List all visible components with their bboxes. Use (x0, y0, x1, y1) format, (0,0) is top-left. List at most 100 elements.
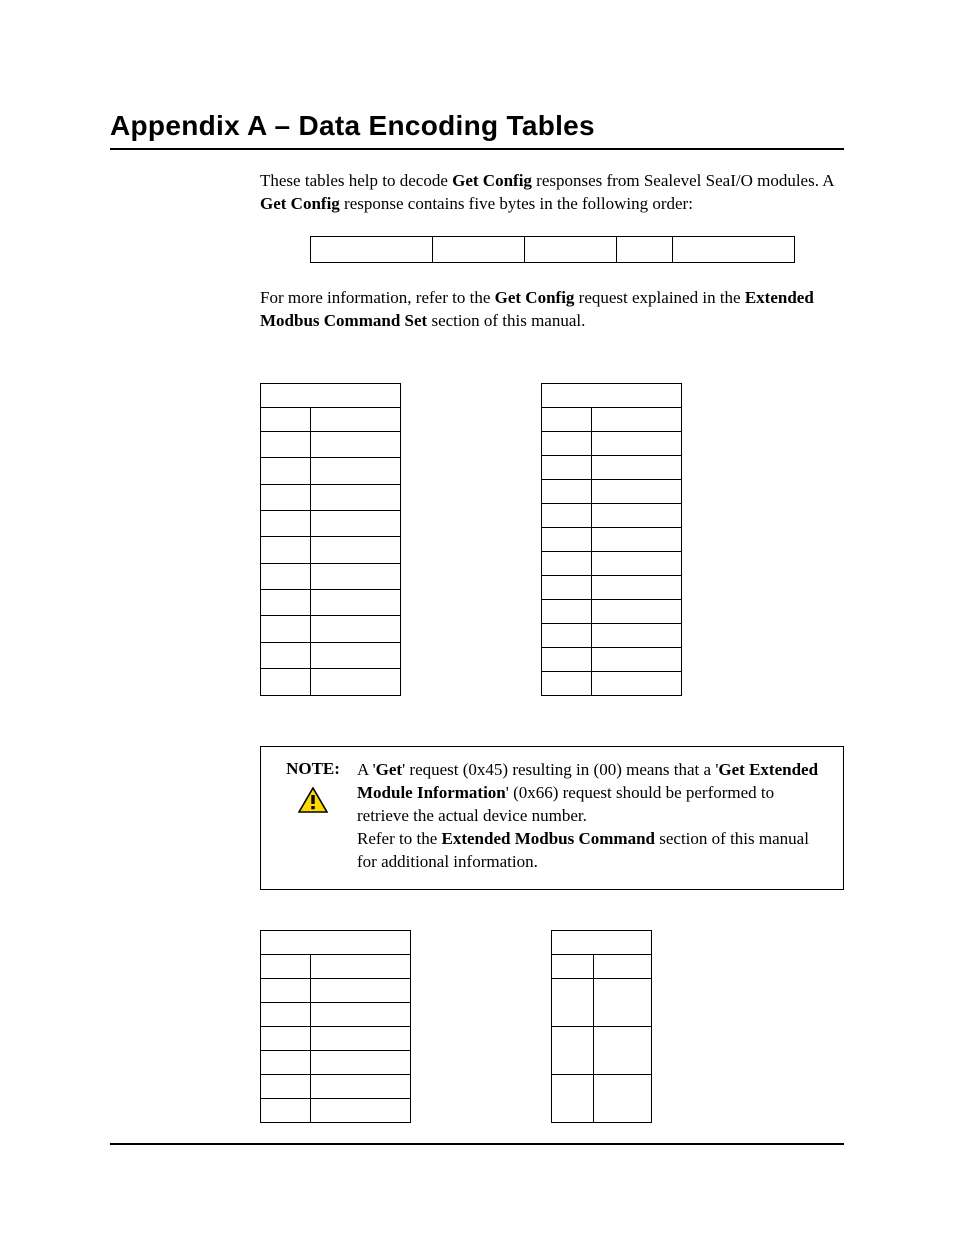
text-bold: Get Config (260, 194, 340, 213)
cell-hex: 00 (261, 431, 311, 457)
baud-parity-row: Baud Rate Hex Baud Rate 001200 012400 02… (260, 930, 844, 1123)
cell-parity: Odd (594, 1027, 652, 1075)
table-row: Model Baud Rate Parity Stop Bits (310, 236, 794, 262)
cell-device: Custom (592, 599, 682, 623)
col-header-device: Device (592, 407, 682, 431)
text-bold: Extended Modbus Command (442, 829, 656, 848)
cell-device: 450 (311, 563, 401, 589)
col-header-hex: Hex (542, 407, 592, 431)
table-row: 0ARIO (542, 431, 682, 455)
cell-hex: 02 (552, 1075, 594, 1123)
text: section of this manual. (427, 311, 585, 330)
footer-rule (110, 1143, 844, 1145)
cell-hex: 04 (261, 1075, 311, 1099)
table-row: 024800 (261, 1027, 411, 1051)
cell-hex: 03 (261, 510, 311, 536)
table-row: 09530 (261, 669, 401, 695)
table-row: 07463 (261, 616, 401, 642)
text: These tables help to decode (260, 171, 452, 190)
col-header-hex: Hex (261, 955, 311, 979)
warning-icon (298, 787, 328, 813)
text: response contains five bytes in the foll… (340, 194, 693, 213)
cell-hex: 05 (261, 563, 311, 589)
table-row: 012400 (261, 1003, 411, 1027)
table-title: Model Number (261, 383, 401, 407)
cell-hex: 0F (542, 551, 592, 575)
cell-device: RIO (592, 431, 682, 455)
table-row: 0519200 (261, 1099, 411, 1123)
cell-hex: 06 (261, 590, 311, 616)
note-block: NOTE: A 'Get' request (0x45) resulting i… (260, 746, 844, 891)
cell-hex: 01 (261, 458, 311, 484)
cell-device: 530 (311, 669, 401, 695)
cell-hex: 01 (552, 1027, 594, 1075)
cell-hex: 03 (261, 1051, 311, 1075)
cell-hex: 13 (542, 647, 592, 671)
cell-hex: 09 (261, 669, 311, 695)
table-row: 13MB AIO (542, 647, 682, 671)
cell-parity: Even (594, 1075, 652, 1123)
cell-hex: 0E (542, 527, 592, 551)
cell-device: 463 (311, 616, 401, 642)
table-row: 0B520 (542, 455, 682, 479)
table-row: 08470 (261, 642, 401, 668)
cell-hex: 04 (261, 537, 311, 563)
byte-cell: Model (310, 236, 432, 262)
cell-hex: 11 (542, 599, 592, 623)
text: A ' (357, 760, 376, 779)
cell-hex: 01 (261, 1003, 311, 1027)
byte-cell: Baud Rate (432, 236, 524, 262)
cell-device: MB PIO (592, 623, 682, 647)
table-row: Baud Rate (261, 931, 411, 955)
table-row: 06462 (261, 590, 401, 616)
table-row: 10560 (542, 575, 682, 599)
text: responses from Sealevel SeaI/O modules. … (532, 171, 834, 190)
table-row: Hex Baud Rate (261, 955, 411, 979)
cell-hex: 02 (261, 484, 311, 510)
table-row: Hex Device (542, 407, 682, 431)
appendix-title: Appendix A – Data Encoding Tables (110, 110, 844, 142)
title-rule (110, 148, 844, 150)
table-row: Model Number (261, 383, 401, 407)
intro-paragraph-1: These tables help to decode Get Config r… (260, 170, 844, 216)
table-row: 11Custom (542, 599, 682, 623)
table-row: 01Odd (552, 1027, 652, 1075)
cell-hex: 10 (542, 575, 592, 599)
table-row: Hex Device (261, 407, 401, 431)
table-row: 001200 (261, 979, 411, 1003)
table-row: 00None (552, 979, 652, 1027)
cell-hex: 00 (261, 979, 311, 1003)
cell-baud: 1200 (311, 979, 411, 1003)
col-header-baud: Baud Rate (311, 955, 411, 979)
table-row: Parity (552, 931, 652, 955)
cell-hex: 05 (261, 1099, 311, 1123)
cell-device: HZ PWM (592, 671, 682, 695)
note-label: NOTE: (286, 759, 340, 779)
table-row: 0EPLC (542, 527, 682, 551)
text: For more information, refer to the (260, 288, 495, 307)
cell-device: 520 (592, 455, 682, 479)
cell-hex: 07 (261, 616, 311, 642)
cell-device: PLC (592, 527, 682, 551)
cell-device: See Note (311, 431, 401, 457)
model-number-table-2: Model Number Hex Device 0ARIO 0B520 0C58… (541, 383, 682, 696)
table-row: 0C580 (542, 479, 682, 503)
cell-hex: 02 (261, 1027, 311, 1051)
table-row: 14HZ PWM (542, 671, 682, 695)
table-row: 02Even (552, 1075, 652, 1123)
cell-hex: 0A (542, 431, 592, 455)
document-page: Appendix A – Data Encoding Tables These … (0, 0, 954, 1235)
cell-hex: 14 (542, 671, 592, 695)
note-left-column: NOTE: (277, 759, 349, 874)
note-text: A 'Get' request (0x45) resulting in (00)… (357, 759, 827, 874)
byte-cell (616, 236, 672, 262)
intro-paragraph-2: For more information, refer to the Get C… (260, 287, 844, 333)
cell-device: 410 (311, 458, 401, 484)
parity-table: Parity Hex Parity 00None 01Odd 02Even (551, 930, 652, 1123)
cell-device: MB AIO (592, 647, 682, 671)
model-tables-row: Model Number Hex Device 00See Note 01410… (260, 383, 844, 696)
note-box: NOTE: A 'Get' request (0x45) resulting i… (260, 746, 844, 891)
col-header-parity: Parity (594, 955, 652, 979)
text-bold: Get (376, 760, 402, 779)
cell-device: 580 (592, 479, 682, 503)
